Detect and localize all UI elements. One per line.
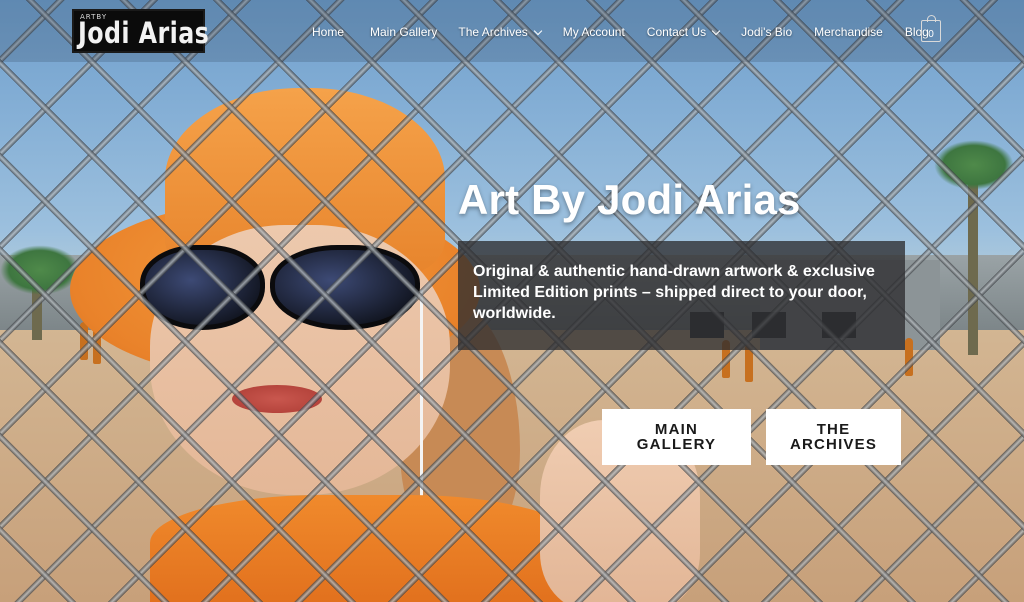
cart-count: 0 [928, 29, 934, 40]
nav-item-label: Jodi's Bio [741, 25, 793, 39]
logo-name: Jodi Arias [78, 16, 210, 50]
nav-item-my-account[interactable]: My Account [563, 25, 625, 39]
nav-item-jodis-bio[interactable]: Jodi's Bio [741, 25, 792, 39]
sunglasses-lens-right [270, 245, 420, 330]
chevron-down-icon [711, 26, 721, 35]
nav-item-label: My Account [562, 25, 625, 39]
chevron-down-icon [533, 26, 542, 35]
sunglasses-lens-left [140, 245, 265, 330]
hero-title: Art By Jodi Arias [458, 176, 801, 223]
nav-item-label: Main Gallery [370, 25, 438, 39]
palm-tree-top [934, 140, 1014, 190]
the-archives-button-label: THE ARCHIVES [789, 421, 878, 453]
hero-description-box: Original & authentic hand-drawn artwork … [458, 241, 905, 350]
nav-item-label: Merchandise [814, 25, 883, 39]
nav-item-home[interactable]: Home [312, 25, 344, 39]
nav-item-label: The Archives [458, 25, 528, 39]
the-archives-button[interactable]: THE ARCHIVES [766, 409, 901, 465]
orange-shirt [150, 495, 580, 602]
lips [232, 385, 322, 413]
nav-item-label: Home [312, 25, 345, 39]
shopping-bag-icon[interactable]: 0 [921, 15, 941, 42]
nav-item-main-gallery[interactable]: Main Gallery [370, 25, 437, 39]
nav-item-merchandise[interactable]: Merchandise [814, 25, 883, 39]
palm-tree-top [0, 245, 80, 295]
nav-item-label: Contact Us [646, 25, 707, 39]
palm-tree-trunk [968, 175, 978, 355]
inmate-figure [80, 322, 88, 360]
main-gallery-button-label: MAIN GALLERY [636, 421, 717, 453]
site-logo[interactable]: ARTBY Jodi Arias [72, 9, 209, 53]
hero-description: Original & authentic hand-drawn artwork … [473, 263, 875, 322]
inmate-figure [905, 338, 913, 376]
nav-item-contact-us[interactable]: Contact Us [646, 25, 721, 39]
main-navigation: Home Main Gallery The Archives My Accoun… [312, 22, 929, 42]
site-header: ARTBY Jodi Arias Home Main Gallery The A… [0, 0, 1024, 62]
main-gallery-button[interactable]: MAIN GALLERY [602, 409, 751, 465]
nav-item-the-archives[interactable]: The Archives [458, 25, 542, 39]
